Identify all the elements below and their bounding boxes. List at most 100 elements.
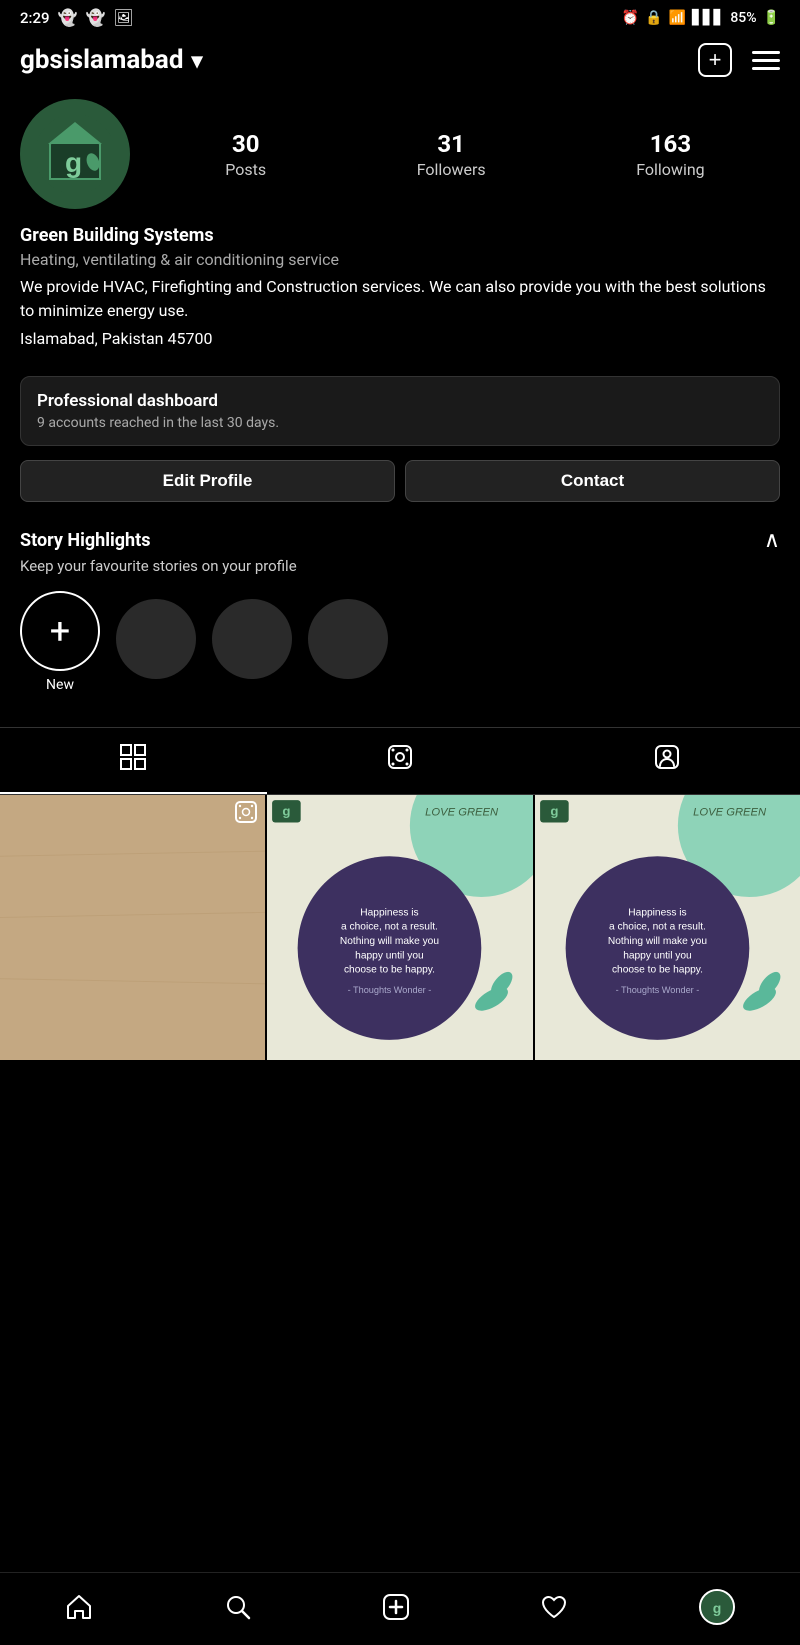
following-count: 163 xyxy=(650,130,691,158)
contact-button[interactable]: Contact xyxy=(405,460,780,502)
signal-icon: ▋▋▋ xyxy=(692,10,724,26)
highlight-plus-icon: + xyxy=(50,613,70,649)
svg-text:happy until you: happy until you xyxy=(356,950,425,961)
stat-followers[interactable]: 31 Followers xyxy=(417,130,486,179)
nav-profile-avatar: g xyxy=(699,1589,735,1625)
snapchat-icon-2: 👻 xyxy=(85,8,105,27)
highlights-header: Story Highlights ∧ xyxy=(20,528,780,553)
battery-icon: 🔋 xyxy=(763,10,780,26)
reels-overlay-icon-1 xyxy=(235,801,257,828)
svg-text:choose to be happy.: choose to be happy. xyxy=(344,965,435,976)
wifi-icon: 📶 xyxy=(669,10,686,26)
profile-location: Islamabad, Pakistan 45700 xyxy=(20,329,780,348)
following-label: Following xyxy=(636,160,704,179)
snapchat-icon-1: 👻 xyxy=(58,8,78,27)
post-thumb-2[interactable]: LOVE GREEN Happiness is a choice, not a … xyxy=(267,795,532,1060)
avatar[interactable]: g xyxy=(20,99,130,209)
nav-add[interactable] xyxy=(366,1589,426,1625)
tab-tagged[interactable] xyxy=(533,728,800,794)
svg-text:Happiness is: Happiness is xyxy=(628,907,686,918)
search-icon xyxy=(224,1593,252,1621)
hamburger-line-2 xyxy=(752,59,780,62)
svg-text:LOVE GREEN: LOVE GREEN xyxy=(426,806,500,818)
post-2-svg: LOVE GREEN Happiness is a choice, not a … xyxy=(267,795,532,1060)
new-highlight-circle[interactable]: + xyxy=(20,591,100,671)
nav-search[interactable] xyxy=(208,1589,268,1625)
reels-icon xyxy=(387,744,413,776)
add-post-button[interactable]: + xyxy=(698,43,732,77)
svg-text:g: g xyxy=(65,147,82,178)
highlights-title: Story Highlights xyxy=(20,530,150,551)
story-highlights-section: Story Highlights ∧ Keep your favourite s… xyxy=(0,512,800,711)
avatar-inner: g xyxy=(20,99,130,209)
posts-count: 30 xyxy=(232,130,260,158)
pro-dashboard-title: Professional dashboard xyxy=(37,391,763,411)
avatar-logo-svg: g xyxy=(35,114,115,194)
bottom-nav: g xyxy=(0,1572,800,1645)
plus-square-icon: + xyxy=(698,43,732,77)
professional-dashboard[interactable]: Professional dashboard 9 accounts reache… xyxy=(20,376,780,446)
svg-text:choose to be happy.: choose to be happy. xyxy=(612,965,703,976)
nav-profile[interactable]: g xyxy=(683,1585,751,1629)
nav-avatar-svg: g xyxy=(701,1591,733,1623)
followers-count: 31 xyxy=(437,130,465,158)
highlight-circle-2 xyxy=(212,599,292,679)
profile-section: g 30 Posts 31 Followers 163 Following Gr… xyxy=(0,91,800,362)
svg-text:a choice, not a result.: a choice, not a result. xyxy=(609,922,706,933)
svg-text:Nothing will make you: Nothing will make you xyxy=(340,936,439,947)
svg-text:- Thoughts Wonder -: - Thoughts Wonder - xyxy=(348,985,432,995)
profile-category: Heating, ventilating & air conditioning … xyxy=(20,250,780,269)
action-buttons: Edit Profile Contact xyxy=(20,460,780,502)
add-icon xyxy=(382,1593,410,1621)
svg-text:LOVE GREEN: LOVE GREEN xyxy=(693,806,767,818)
profile-name: Green Building Systems xyxy=(20,225,780,246)
stats-row: 30 Posts 31 Followers 163 Following xyxy=(150,130,780,179)
header: gbsislamabad + xyxy=(0,33,800,91)
highlight-item-2[interactable] xyxy=(212,599,292,685)
image-icon: 🖼 xyxy=(113,8,133,27)
menu-button[interactable] xyxy=(752,51,780,70)
posts-label: Posts xyxy=(225,160,266,179)
svg-text:happy until you: happy until you xyxy=(623,950,692,961)
highlight-circle-1 xyxy=(116,599,196,679)
hamburger-line-3 xyxy=(752,67,780,70)
tab-reels[interactable] xyxy=(267,728,534,794)
highlight-item-1[interactable] xyxy=(116,599,196,685)
tagged-icon xyxy=(654,744,680,776)
new-highlight-label: New xyxy=(46,677,74,693)
status-left: 2:29 👻 👻 🖼 xyxy=(20,8,134,27)
content-tab-bar xyxy=(0,727,800,795)
heart-icon xyxy=(540,1593,568,1621)
post-1-svg xyxy=(0,795,265,1060)
pro-dashboard-subtitle: 9 accounts reached in the last 30 days. xyxy=(37,415,763,431)
highlights-collapse-icon[interactable]: ∧ xyxy=(764,528,780,553)
home-icon xyxy=(65,1593,93,1621)
dropdown-arrow[interactable] xyxy=(191,45,202,75)
status-bar: 2:29 👻 👻 🖼 ⏰ 🔒 📶 ▋▋▋ 85% 🔋 xyxy=(0,0,800,33)
nav-likes[interactable] xyxy=(524,1589,584,1625)
post-thumb-1[interactable] xyxy=(0,795,265,1060)
username-text: gbsislamabad xyxy=(20,45,183,75)
grid-icon xyxy=(120,744,146,776)
header-username-container[interactable]: gbsislamabad xyxy=(20,45,203,75)
svg-text:g: g xyxy=(283,803,291,818)
posts-grid: LOVE GREEN Happiness is a choice, not a … xyxy=(0,795,800,1060)
profile-top: g 30 Posts 31 Followers 163 Following xyxy=(20,99,780,209)
status-time: 2:29 xyxy=(20,9,50,27)
stat-following[interactable]: 163 Following xyxy=(636,130,704,179)
profile-bio: We provide HVAC, Firefighting and Constr… xyxy=(20,275,780,323)
tab-grid[interactable] xyxy=(0,728,267,794)
post-thumb-3[interactable]: LOVE GREEN Happiness is a choice, not a … xyxy=(535,795,800,1060)
svg-text:g: g xyxy=(550,803,558,818)
status-right: ⏰ 🔒 📶 ▋▋▋ 85% 🔋 xyxy=(622,10,780,26)
highlight-item-3[interactable] xyxy=(308,599,388,685)
svg-text:Nothing will make you: Nothing will make you xyxy=(608,936,707,947)
highlights-row: + New xyxy=(20,591,780,701)
svg-text:- Thoughts Wonder -: - Thoughts Wonder - xyxy=(615,985,699,995)
nav-home[interactable] xyxy=(49,1589,109,1625)
highlight-new[interactable]: + New xyxy=(20,591,100,693)
stat-posts[interactable]: 30 Posts xyxy=(225,130,266,179)
svg-text:g: g xyxy=(712,1600,721,1616)
edit-profile-button[interactable]: Edit Profile xyxy=(20,460,395,502)
alarm-icon: ⏰ xyxy=(622,10,639,26)
